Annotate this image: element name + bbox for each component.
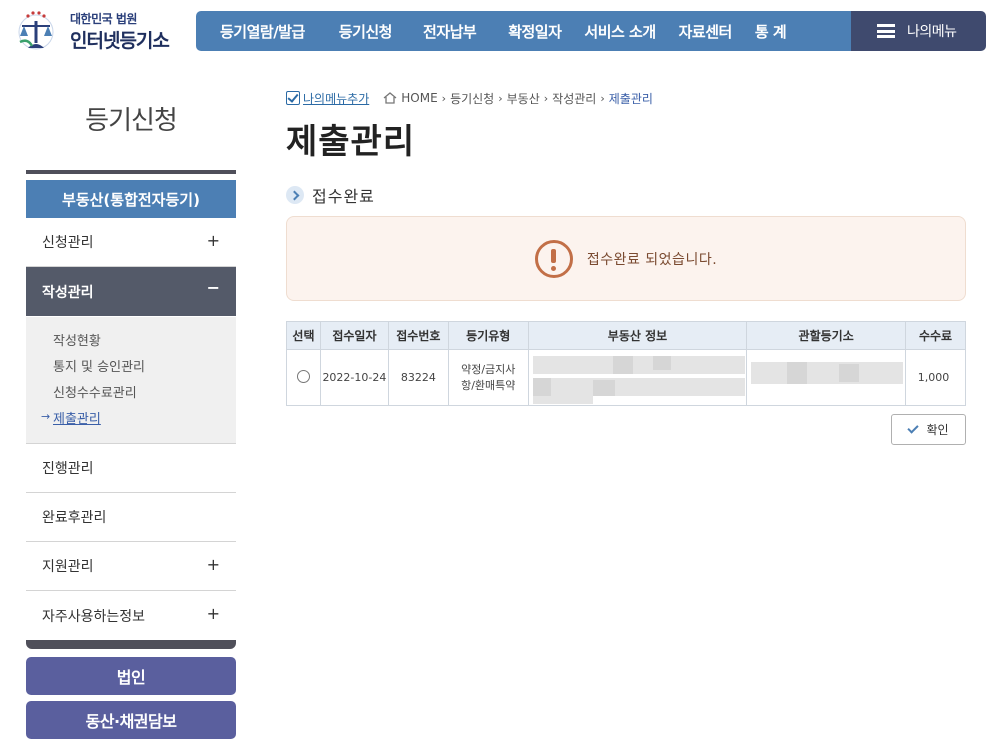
expand-icon[interactable]: + [207, 555, 220, 574]
section-header: 접수완료 [286, 183, 375, 207]
sidebar-item-application[interactable]: 신청관리 + [26, 218, 236, 267]
property-info-cell [527, 349, 748, 406]
sidebar-submenu: 작성현황 통지 및 승인관리 신청수수료관리 → 제출관리 [26, 317, 236, 444]
section-title: 접수완료 [312, 187, 375, 206]
breadcrumb-submission: 제출관리 [608, 91, 653, 106]
chevron-right-icon: › [441, 91, 447, 105]
site-header: 대한민국 법원 인터넷등기소 등기열람/발급 등기신청 전자납부 확정일자 서비… [0, 0, 990, 60]
col-header-property-info: 부동산 정보 [527, 321, 748, 350]
current-arrow-icon: → [41, 410, 51, 423]
sidebar-item-progress[interactable]: 진행관리 [26, 444, 236, 493]
sidebar-item-label: 완료후관리 [42, 510, 107, 526]
confirm-button[interactable]: 확인 [891, 414, 966, 445]
fee-cell: 1,000 [905, 349, 966, 406]
chevron-right-icon: › [543, 91, 549, 105]
expand-icon[interactable]: + [207, 604, 220, 623]
number-cell: 83224 [387, 349, 449, 406]
home-icon [383, 92, 397, 104]
sidebar-item-label: 신청관리 [42, 235, 94, 251]
redacted-property-info [529, 350, 747, 405]
breadcrumb-registry-apply[interactable]: 등기신청 [450, 90, 494, 107]
chevron-right-icon: › [498, 91, 503, 105]
col-header-number: 접수번호 [387, 321, 449, 350]
type-cell: 약정/금지사항/환매특약 [447, 349, 529, 406]
nav-registry-view[interactable]: 등기열람/발급 [220, 21, 305, 42]
sidebar-item-label: 작성관리 [42, 284, 94, 301]
sidebar-category[interactable]: 부동산(통합전자등기) [26, 180, 236, 218]
logo-subtitle: 대한민국 법원 [70, 12, 137, 26]
submenu-item-status[interactable]: 작성현황 [53, 330, 101, 349]
date-cell: 2022-10-24 [319, 349, 389, 406]
add-my-menu-label: 나의메뉴추가 [303, 91, 370, 106]
breadcrumb-drafting[interactable]: 작성관리 [552, 90, 596, 107]
site-logo[interactable]: 대한민국 법원 인터넷등기소 [14, 6, 184, 54]
breadcrumb-home[interactable]: HOME [401, 91, 437, 105]
col-header-type: 등기유형 [447, 321, 529, 350]
submission-table: 선택 접수일자 접수번호 등기유형 부동산 정보 관할등기소 수수료 2022-… [286, 321, 966, 406]
notice-message: 접수완료 되었습니다. [586, 251, 718, 268]
court-emblem-icon [18, 11, 54, 50]
submenu-item-notice-approval[interactable]: 통지 및 승인관리 [53, 356, 145, 375]
sidebar-item-support[interactable]: 지원관리 + [26, 542, 236, 591]
nav-data-center[interactable]: 자료센터 [679, 21, 733, 42]
chevron-circle-icon [286, 186, 304, 204]
submenu-item-submission[interactable]: 제출관리 [53, 408, 101, 427]
add-my-menu-link[interactable]: 나의메뉴추가 [286, 90, 369, 107]
col-header-fee: 수수료 [905, 321, 966, 350]
sidebar-item-label: 진행관리 [42, 461, 94, 477]
sidebar-item-frequent-info[interactable]: 자주사용하는정보 + [26, 591, 236, 640]
my-menu-label: 나의메뉴 [907, 24, 957, 40]
main-nav: 등기열람/발급 등기신청 전자납부 확정일자 서비스 소개 자료센터 통 계 [196, 11, 852, 51]
table-row: 2022-10-24 83224 약정/금지사항/환매특약 1,000 [286, 349, 966, 406]
nav-fixed-date[interactable]: 확정일자 [508, 21, 562, 42]
nav-statistics[interactable]: 통 계 [755, 21, 787, 42]
sidebar-item-drafting[interactable]: 작성관리 − [26, 267, 236, 316]
breadcrumb-real-estate[interactable]: 부동산 [507, 90, 540, 107]
select-radio[interactable] [296, 369, 310, 383]
table-header-row: 선택 접수일자 접수번호 등기유형 부동산 정보 관할등기소 수수료 [286, 321, 966, 350]
exclamation-circle-icon [534, 239, 573, 278]
hamburger-icon [877, 24, 895, 38]
sidebar-top-divider [26, 170, 236, 174]
logo-title: 인터넷등기소 [70, 30, 170, 52]
breadcrumb: 나의메뉴추가 HOME › 등기신청 › 부동산 › 작성관리 › 제출관리 [286, 89, 653, 107]
col-header-select: 선택 [286, 321, 321, 350]
confirm-label: 확인 [926, 423, 949, 437]
expand-icon[interactable]: + [207, 231, 220, 250]
corporation-button[interactable]: 법인 [26, 657, 236, 695]
collapse-icon[interactable]: − [207, 278, 220, 297]
notice-box: 접수완료 되었습니다. [286, 216, 966, 301]
sidebar-item-after-completion[interactable]: 완료후관리 [26, 493, 236, 542]
nav-service-intro[interactable]: 서비스 소개 [584, 21, 656, 42]
nav-registry-apply[interactable]: 등기신청 [339, 21, 393, 42]
chevron-right-icon: › [600, 91, 605, 105]
select-cell [286, 349, 321, 406]
col-header-date: 접수일자 [319, 321, 389, 350]
nav-e-payment[interactable]: 전자납부 [423, 21, 477, 42]
registry-office-cell [746, 349, 906, 406]
col-header-registry-office: 관할등기소 [746, 321, 906, 350]
sidebar-bottom-divider [26, 640, 236, 649]
my-menu-button[interactable]: 나의메뉴 [851, 11, 986, 51]
page-title: 제출관리 [286, 122, 416, 162]
redacted-registry-office [747, 350, 905, 405]
sidebar-item-label: 지원관리 [42, 559, 94, 575]
sidebar-title: 등기신청 [85, 106, 178, 136]
checkbox-icon [286, 91, 300, 105]
sidebar-item-label: 자주사용하는정보 [42, 608, 146, 625]
submenu-item-fee[interactable]: 신청수수료관리 [53, 382, 137, 401]
check-icon [907, 422, 920, 434]
movable-collateral-button[interactable]: 동산·채권담보 [26, 701, 236, 739]
